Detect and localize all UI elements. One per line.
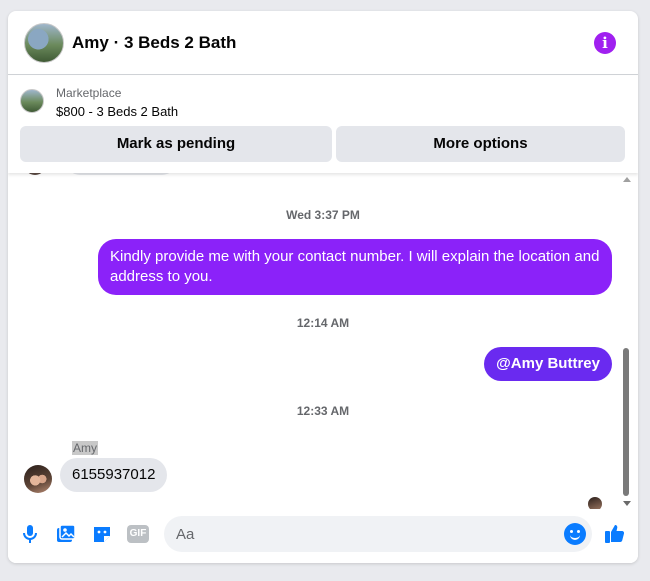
listing-avatar[interactable] [24,23,64,63]
timestamp: 12:14 AM [296,316,350,330]
chat-title[interactable]: Amy · 3 Beds 2 Bath [72,33,236,53]
marketplace-listing: Marketplace $800 - 3 Beds 2 Bath Mark as… [8,76,638,173]
avatar [24,173,46,175]
gif-icon[interactable]: GIF [127,525,149,543]
seen-avatar [588,497,602,509]
more-options-button[interactable]: More options [336,126,625,162]
sticker-icon[interactable] [91,523,113,545]
scrollbar-thumb[interactable] [623,348,629,496]
emoji-icon[interactable] [564,523,586,545]
message-bubble-incoming [66,173,176,175]
scroll-down-arrow-icon[interactable] [623,501,631,506]
listing-thumbnail[interactable] [20,89,44,113]
avatar[interactable] [24,465,52,493]
message-list[interactable]: Wed 3:37 PM Kindly provide me with your … [8,173,638,509]
scrollbar[interactable] [621,173,631,509]
timestamp: Wed 3:37 PM [286,208,360,222]
chat-window: Amy · 3 Beds 2 Bath i Marketplace $800 -… [8,11,638,563]
timestamp: 12:33 AM [296,404,350,418]
message-input[interactable]: Aa [164,516,592,552]
composer: GIF Aa [8,509,638,563]
scroll-up-arrow-icon[interactable] [623,177,631,182]
chat-header: Amy · 3 Beds 2 Bath i [8,11,638,75]
message-bubble-outgoing[interactable]: Kindly provide me with your contact numb… [98,239,612,295]
mention-bubble[interactable]: @Amy Buttrey [484,347,612,381]
microphone-icon[interactable] [19,523,41,545]
thumbs-up-icon[interactable] [604,522,626,544]
message-bubble-incoming[interactable]: 6155937012 [60,458,168,492]
info-icon[interactable]: i [594,32,616,54]
message-input-placeholder: Aa [176,526,195,543]
image-icon[interactable] [55,523,77,545]
marketplace-label: Marketplace [56,86,122,100]
mark-as-pending-button[interactable]: Mark as pending [20,126,332,162]
listing-title[interactable]: $800 - 3 Beds 2 Bath [56,104,178,119]
sender-name: Amy [72,441,98,455]
